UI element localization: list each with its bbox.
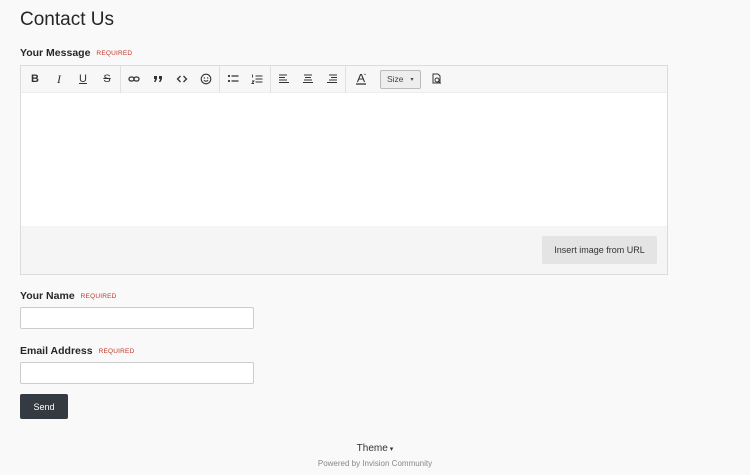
insert-image-url-button[interactable]: Insert image from URL <box>542 236 657 264</box>
numbered-list-icon[interactable] <box>245 67 269 91</box>
email-required-badge: REQUIRED <box>98 348 135 355</box>
editor-footer: Insert image from URL <box>21 226 667 274</box>
name-required-badge: REQUIRED <box>80 293 117 300</box>
insert-group <box>122 66 218 92</box>
message-editor: B I U S Size ▾ Insert image from URL <box>20 65 668 275</box>
toolbar-separator <box>219 65 220 93</box>
code-icon[interactable] <box>170 67 194 91</box>
toolbar-separator <box>120 65 121 93</box>
underline-button[interactable]: U <box>71 67 95 91</box>
style-group: Size ▾ <box>347 66 449 92</box>
text-color-icon[interactable] <box>349 67 373 91</box>
toolbar-separator <box>270 65 271 93</box>
align-group <box>272 66 344 92</box>
font-size-select[interactable]: Size ▾ <box>380 69 421 89</box>
theme-label: Theme <box>356 443 388 454</box>
list-group <box>221 66 269 92</box>
italic-button[interactable]: I <box>47 67 71 91</box>
email-label-text: Email Address <box>20 345 93 357</box>
link-icon[interactable] <box>122 67 146 91</box>
page-title: Contact Us <box>20 9 114 30</box>
align-right-icon[interactable] <box>320 67 344 91</box>
toolbar-separator <box>345 65 346 93</box>
editor-toolbar: B I U S Size ▾ <box>21 65 667 93</box>
preview-icon[interactable] <box>425 67 449 91</box>
message-text-area[interactable] <box>21 93 667 226</box>
chevron-down-icon: ▾ <box>410 76 414 83</box>
powered-by-link[interactable]: Powered by Invision Community <box>0 459 750 468</box>
font-size-label: Size <box>387 74 404 84</box>
name-input[interactable] <box>20 307 254 329</box>
send-button[interactable]: Send <box>20 394 68 419</box>
strikethrough-button[interactable]: S <box>95 67 119 91</box>
align-left-icon[interactable] <box>272 67 296 91</box>
name-label: Your Name REQUIRED <box>20 290 117 302</box>
caret-down-icon: ▾ <box>389 446 394 453</box>
quote-icon[interactable] <box>146 67 170 91</box>
theme-selector[interactable]: Theme ▾ <box>0 443 750 454</box>
message-label: Your Message REQUIRED <box>20 47 132 59</box>
email-input[interactable] <box>20 362 254 384</box>
align-center-icon[interactable] <box>296 67 320 91</box>
bold-button[interactable]: B <box>23 67 47 91</box>
email-label: Email Address REQUIRED <box>20 345 134 357</box>
bulleted-list-icon[interactable] <box>221 67 245 91</box>
message-label-text: Your Message <box>20 47 91 59</box>
name-label-text: Your Name <box>20 290 75 302</box>
format-group: B I U S <box>23 66 119 92</box>
message-required-badge: REQUIRED <box>96 50 133 57</box>
emoji-icon[interactable] <box>194 67 218 91</box>
